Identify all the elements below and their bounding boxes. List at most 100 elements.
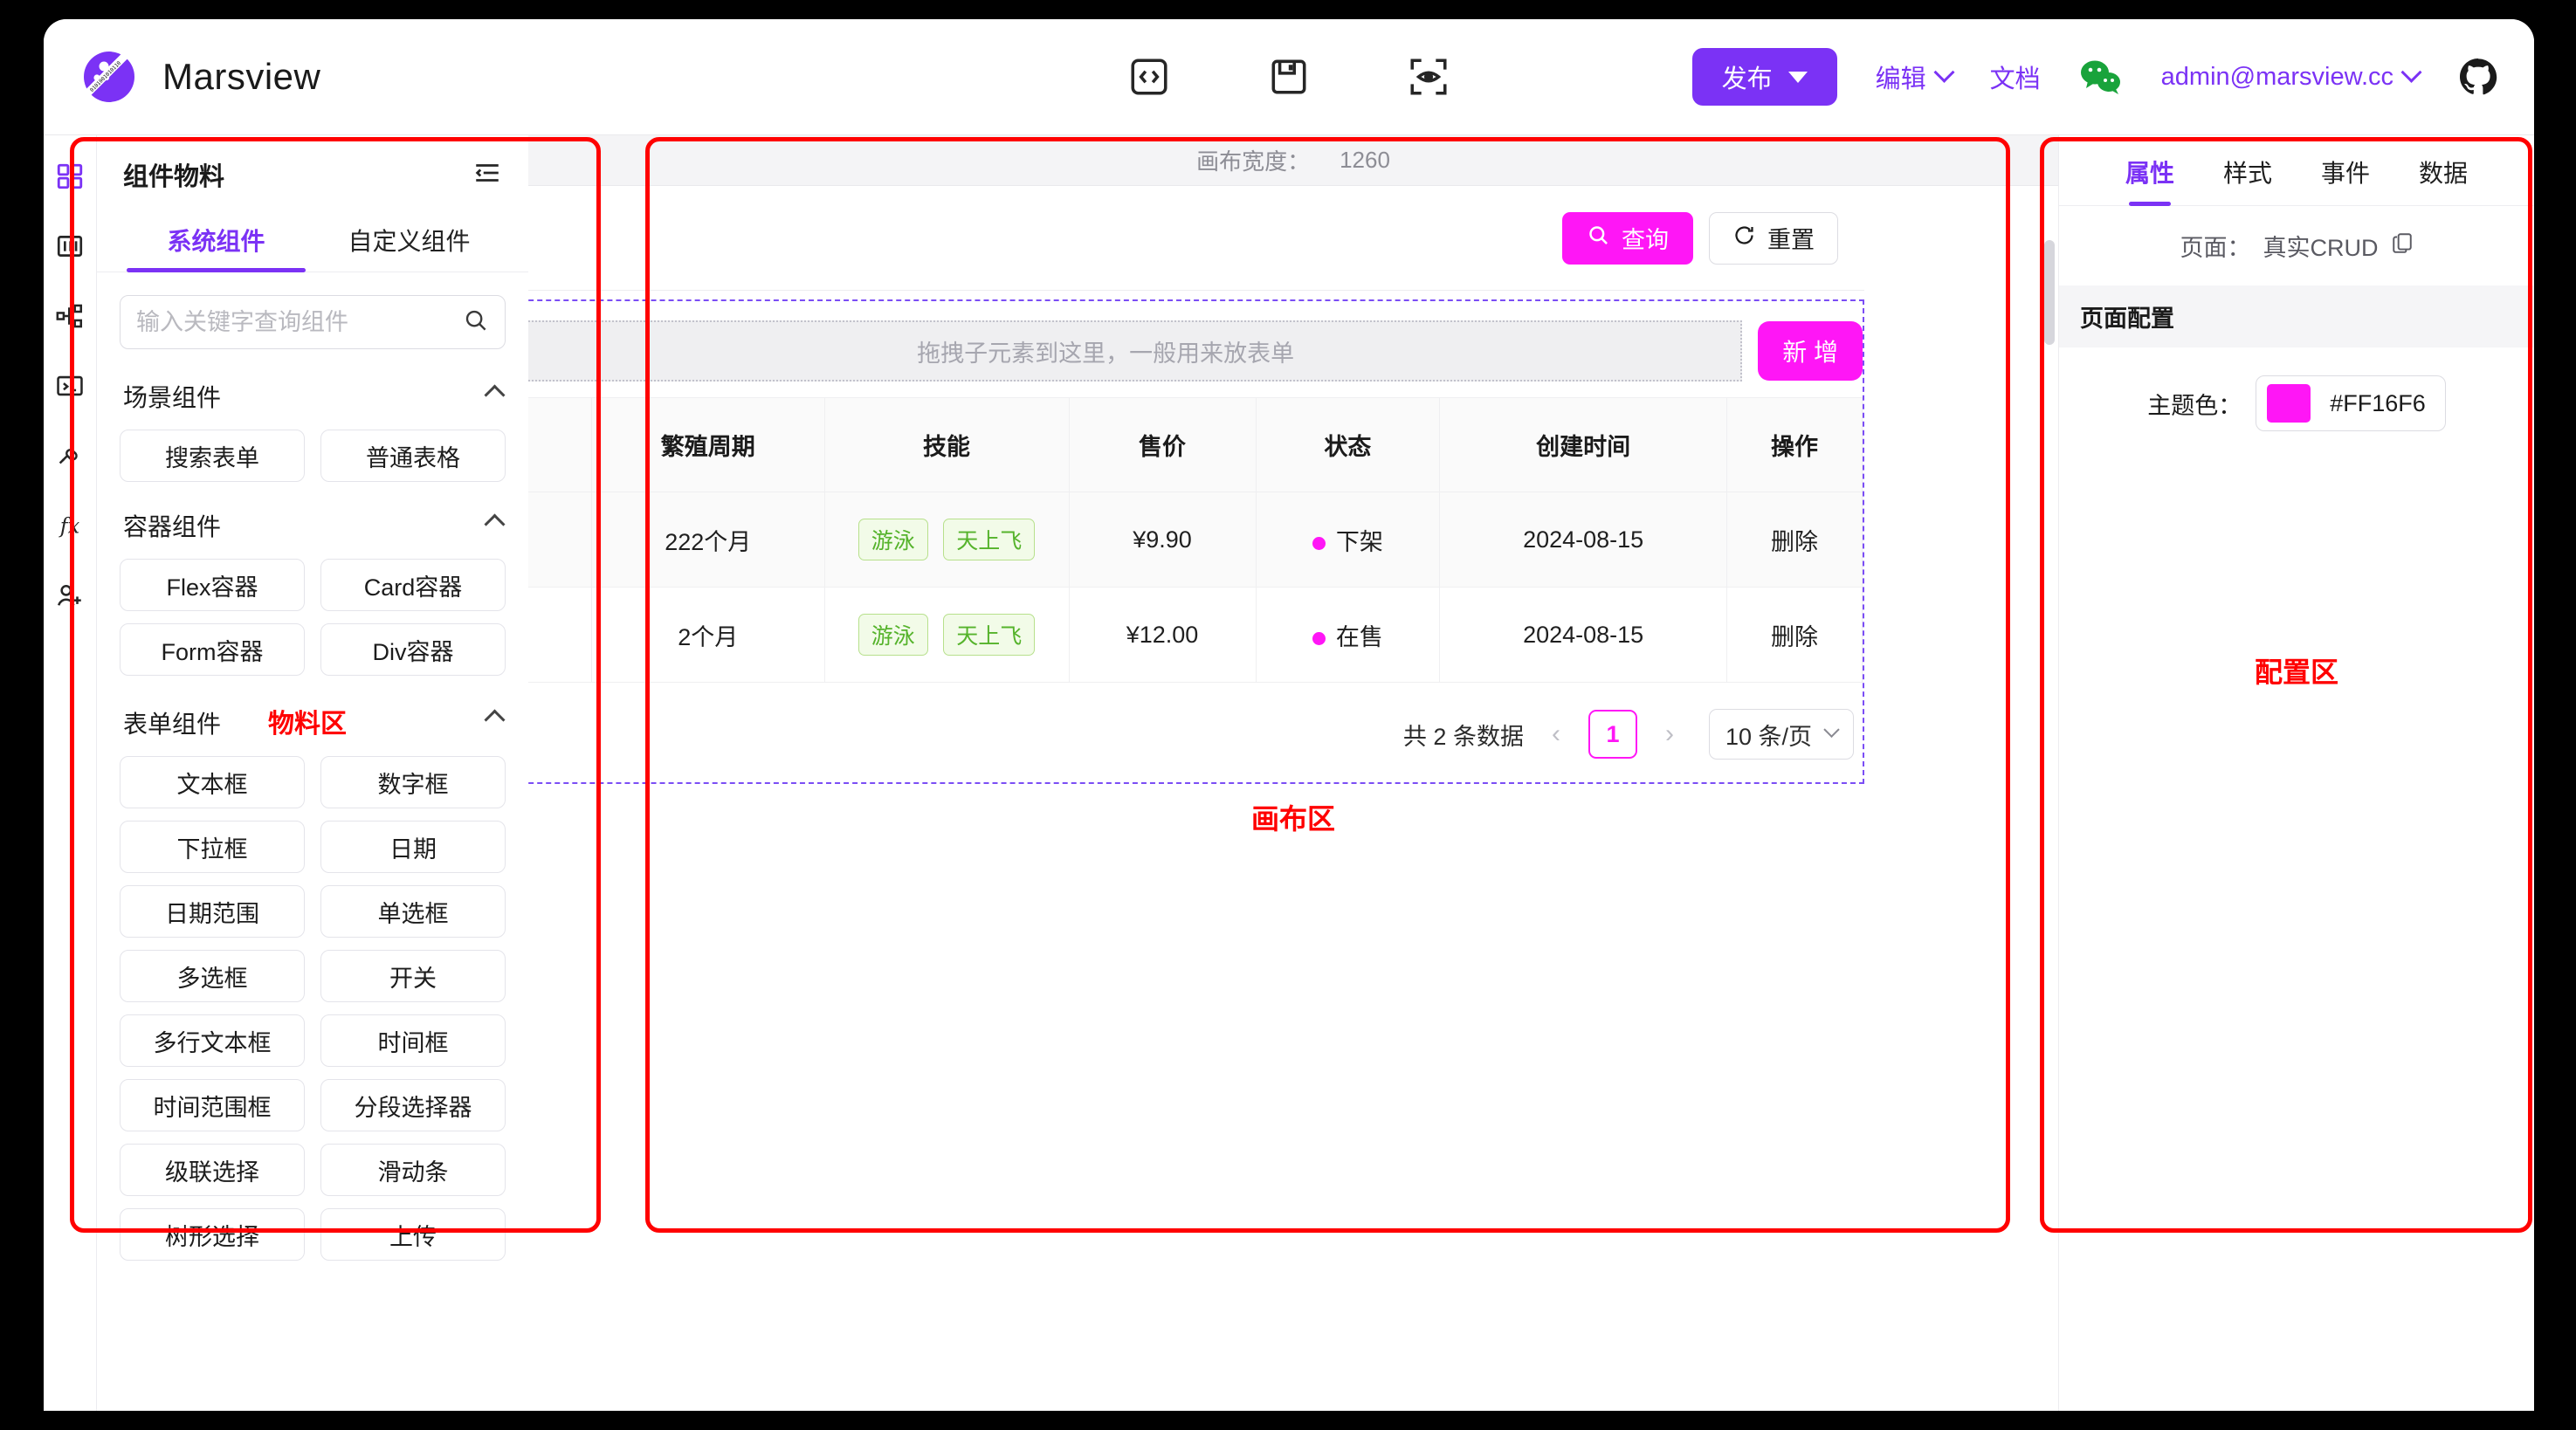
brand[interactable]: 0101001010110 Marsview [44, 43, 320, 111]
user-add-icon[interactable] [53, 579, 86, 612]
material-chip[interactable]: 树形选择 [120, 1208, 305, 1261]
group-header-container[interactable]: 容器组件 [120, 485, 506, 553]
header-right: 发布 编辑 文档 admin@marsview.cc [1691, 48, 2534, 106]
column-header-cycle: 繁殖周期 [591, 397, 825, 492]
search-form-block[interactable]: 查询 重置 [528, 186, 1864, 291]
pagination-next[interactable]: › [1660, 719, 1679, 749]
canvas-width-value: 1260 [1340, 147, 1390, 173]
table-row[interactable]: 2个月 游泳 天上飞 ¥12.00 在售 2024-08-15 删除 [528, 587, 1863, 683]
material-chip[interactable]: Form容器 [120, 623, 305, 676]
material-chip[interactable]: Div容器 [320, 623, 506, 676]
app-window: 0101001010110 Marsview 发布 编辑 文档 admin@ma… [44, 19, 2534, 1411]
cell-cycle: 222个月 [591, 492, 825, 588]
material-chip[interactable]: 级联选择 [120, 1144, 305, 1196]
theme-color-picker[interactable]: #FF16F6 [2256, 375, 2446, 431]
material-tabs: 系统组件 自定义组件 [97, 209, 528, 272]
query-button[interactable]: 查询 [1562, 211, 1693, 265]
docs-link[interactable]: 文档 [1990, 58, 2041, 95]
chevron-down-icon [2400, 61, 2422, 83]
tab-events[interactable]: 事件 [2321, 155, 2370, 205]
dropzone-row: 拖拽子元素到这里，一般用来放表单 新 增 [528, 301, 1863, 397]
function-icon[interactable]: fx [53, 509, 86, 542]
material-area-annotation: 物料区 [268, 710, 348, 739]
terminal-icon[interactable] [53, 369, 86, 402]
material-chip[interactable]: 滑动条 [320, 1144, 506, 1196]
material-chip[interactable]: 时间框 [320, 1014, 506, 1067]
material-chip[interactable]: 普通表格 [320, 430, 506, 482]
material-chip[interactable]: 多选框 [120, 950, 305, 1002]
tab-data[interactable]: 数据 [2419, 155, 2468, 205]
search-input[interactable] [136, 308, 454, 336]
component-search[interactable] [120, 295, 506, 349]
material-chip[interactable]: 下拉框 [120, 821, 305, 873]
material-chip[interactable]: 开关 [320, 950, 506, 1002]
brand-name: Marsview [162, 56, 321, 97]
delete-link[interactable]: 删除 [1726, 587, 1863, 683]
tab-system-components[interactable]: 系统组件 [120, 209, 313, 272]
github-icon[interactable] [2457, 56, 2499, 98]
status-text: 下架 [1335, 528, 1383, 555]
account-email: admin@marsview.cc [2160, 62, 2393, 91]
group-header-form[interactable]: 表单组件 物料区 [120, 679, 506, 751]
canvas-stage[interactable]: 查询 重置 拖拽子元素到这里，一般用来放表单 新 增 繁殖周期 技能 售价 状态… [528, 186, 2058, 1411]
selected-table-block[interactable]: 拖拽子元素到这里，一般用来放表单 新 增 繁殖周期 技能 售价 状态 创建时间 … [528, 299, 1864, 784]
edit-menu[interactable]: 编辑 [1876, 58, 1955, 95]
wechat-icon[interactable] [2079, 58, 2123, 96]
material-list[interactable]: 场景组件 搜索表单 普通表格 容器组件 Flex容器 Card容器 Form容器… [97, 356, 528, 1411]
theme-color-label: 主题色： [2147, 392, 2242, 419]
grid-icon[interactable] [53, 160, 86, 193]
preview-icon[interactable] [1406, 54, 1451, 100]
delete-link[interactable]: 删除 [1726, 492, 1863, 588]
publish-button[interactable]: 发布 [1691, 48, 1837, 106]
drop-area[interactable]: 拖拽子元素到这里，一般用来放表单 [528, 320, 1743, 382]
table-row[interactable]: 222个月 游泳 天上飞 ¥9.90 下架 2024-08-15 删除 [528, 492, 1863, 588]
material-chip[interactable]: 搜索表单 [120, 430, 305, 482]
code-icon[interactable] [1126, 54, 1172, 100]
pagination-prev[interactable]: ‹ [1546, 719, 1566, 749]
material-chip[interactable]: 日期 [320, 821, 506, 873]
material-chip[interactable]: Card容器 [320, 559, 506, 611]
app-header: 0101001010110 Marsview 发布 编辑 文档 admin@ma… [44, 19, 2534, 135]
search-icon[interactable] [463, 307, 489, 338]
pagination-page-1[interactable]: 1 [1588, 710, 1637, 759]
canvas-width-label: 画布宽度： [1196, 148, 1311, 175]
app-body: fx 组件物料 系统组件 自定义组件 输入关键字查询组件 场景组件 搜索表单 普… [44, 135, 2534, 1411]
add-button[interactable]: 新 增 [1758, 321, 1863, 381]
group-title: 容器组件 [123, 513, 222, 540]
config-area-annotation: 配置区 [2254, 657, 2338, 688]
tree-icon[interactable] [53, 299, 86, 333]
save-icon[interactable] [1266, 54, 1312, 100]
material-chip[interactable]: 上传 [320, 1208, 506, 1261]
group-items-form: 文本框 数字框 下拉框 日期 日期范围 单选框 多选框 开关 多行文本框 时间框… [120, 751, 506, 1264]
marsview-logo-icon: 0101001010110 [75, 43, 143, 111]
account-menu[interactable]: admin@marsview.cc [2160, 61, 2422, 92]
tab-custom-components[interactable]: 自定义组件 [313, 209, 506, 272]
plugin-icon[interactable] [53, 439, 86, 472]
tab-styles[interactable]: 样式 [2223, 155, 2272, 205]
column-header-price: 售价 [1068, 397, 1257, 492]
material-header: 组件物料 [97, 135, 528, 209]
cell-skills: 游泳 天上飞 [823, 587, 1070, 683]
status-dot-icon [1312, 631, 1326, 645]
reset-button[interactable]: 重置 [1709, 211, 1838, 265]
material-chip[interactable]: 日期范围 [120, 885, 305, 938]
material-chip[interactable]: 文本框 [120, 756, 305, 808]
group-header-scene[interactable]: 场景组件 [120, 356, 506, 424]
layout-icon[interactable] [53, 230, 86, 263]
material-chip[interactable]: 时间范围框 [120, 1079, 305, 1131]
material-chip[interactable]: 单选框 [320, 885, 506, 938]
svg-text:fx: fx [59, 514, 80, 539]
material-chip[interactable]: 数字框 [320, 756, 506, 808]
canvas-scrollbar[interactable] [2044, 240, 2055, 345]
page-size-select[interactable]: 10 条/页 [1708, 709, 1854, 760]
status-text: 在售 [1335, 623, 1383, 650]
material-chip[interactable]: 多行文本框 [120, 1014, 305, 1067]
material-chip[interactable]: 分段选择器 [320, 1079, 506, 1131]
group-items-container: Flex容器 Card容器 Form容器 Div容器 [120, 553, 506, 679]
collapse-panel-icon[interactable] [472, 158, 502, 192]
cell-price: ¥12.00 [1068, 587, 1257, 683]
material-chip[interactable]: Flex容器 [120, 559, 305, 611]
copy-icon[interactable] [2391, 231, 2414, 260]
tab-properties[interactable]: 属性 [2125, 155, 2174, 206]
chevron-down-icon [1823, 721, 1840, 738]
